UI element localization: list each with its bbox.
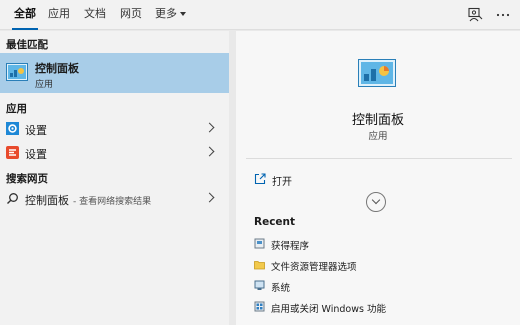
more-options-icon[interactable] bbox=[494, 6, 512, 24]
chevron-right-icon[interactable] bbox=[204, 192, 215, 203]
recent-item-label: 获得程序 bbox=[271, 241, 310, 252]
recent-item[interactable]: 启用或关闭 Windows 功能 bbox=[254, 300, 494, 316]
web-search-item[interactable]: 控制面板 - 查看网络搜索结果 bbox=[0, 187, 229, 211]
apps-heading: 应用 bbox=[6, 103, 27, 115]
program-icon bbox=[254, 238, 265, 249]
chevron-down-icon bbox=[180, 12, 186, 16]
detail-panel: 控制面板 应用 打开 Recent 获得程序 文件资源管理器选项 系统 启用或关… bbox=[236, 31, 520, 325]
detail-title: 控制面板 bbox=[351, 113, 404, 128]
chevron-right-icon[interactable] bbox=[204, 122, 215, 133]
search-icon bbox=[6, 192, 19, 205]
web-search-heading: 搜索网页 bbox=[6, 173, 48, 185]
recent-item-label: 启用或关闭 Windows 功能 bbox=[271, 304, 386, 315]
chevron-right-icon[interactable] bbox=[204, 146, 215, 157]
app-item-settings[interactable]: 设置 bbox=[0, 117, 229, 141]
recent-item[interactable]: 获得程序 bbox=[254, 237, 494, 253]
chevron-down-icon bbox=[371, 195, 381, 205]
web-search-query: 控制面板 bbox=[25, 194, 69, 207]
control-panel-icon bbox=[6, 63, 28, 81]
app-item-label: 设置 bbox=[25, 148, 47, 161]
recent-item-label: 文件资源管理器选项 bbox=[271, 262, 357, 273]
system-icon bbox=[254, 280, 265, 291]
tab-more[interactable]: 更多 bbox=[155, 0, 186, 30]
folder-options-icon bbox=[254, 259, 265, 270]
results-panel: 最佳匹配 控制面板 应用 应用 设置 设置 搜索网页 控制面板 - 查看网络搜索结… bbox=[0, 31, 229, 325]
tab-more-label: 更多 bbox=[155, 7, 177, 20]
open-icon bbox=[254, 173, 266, 185]
search-tab-bar: 全部 应用 文档 网页 更多 bbox=[0, 0, 520, 30]
recent-heading: Recent bbox=[254, 216, 296, 228]
tab-apps[interactable]: 应用 bbox=[48, 0, 70, 30]
web-search-label: 控制面板 - 查看网络搜索结果 bbox=[25, 192, 151, 208]
recent-item[interactable]: 文件资源管理器选项 bbox=[254, 258, 494, 274]
app-item-label: 设置 bbox=[25, 124, 47, 137]
tab-all[interactable]: 全部 bbox=[12, 0, 38, 30]
best-match-item[interactable]: 控制面板 应用 bbox=[0, 53, 229, 93]
feedback-icon[interactable] bbox=[466, 6, 484, 24]
web-search-hint: - 查看网络搜索结果 bbox=[73, 197, 152, 207]
windows-features-icon bbox=[254, 301, 265, 312]
open-action[interactable]: 打开 bbox=[254, 172, 454, 188]
app-item-settings-2[interactable]: 设置 bbox=[0, 141, 229, 165]
best-match-heading: 最佳匹配 bbox=[6, 39, 48, 51]
best-match-title: 控制面板 bbox=[35, 62, 79, 75]
tab-documents[interactable]: 文档 bbox=[84, 0, 106, 30]
gear-icon bbox=[6, 122, 19, 135]
open-label: 打开 bbox=[272, 177, 292, 188]
divider bbox=[246, 158, 512, 159]
recent-item-label: 系统 bbox=[271, 283, 291, 294]
tab-web[interactable]: 网页 bbox=[120, 0, 142, 30]
control-panel-icon bbox=[358, 59, 396, 87]
recent-item[interactable]: 系统 bbox=[254, 279, 494, 295]
detail-subtitle: 应用 bbox=[368, 131, 388, 142]
gear-alt-icon bbox=[6, 146, 19, 159]
expand-button[interactable] bbox=[366, 192, 386, 212]
best-match-subtitle: 应用 bbox=[35, 80, 54, 90]
